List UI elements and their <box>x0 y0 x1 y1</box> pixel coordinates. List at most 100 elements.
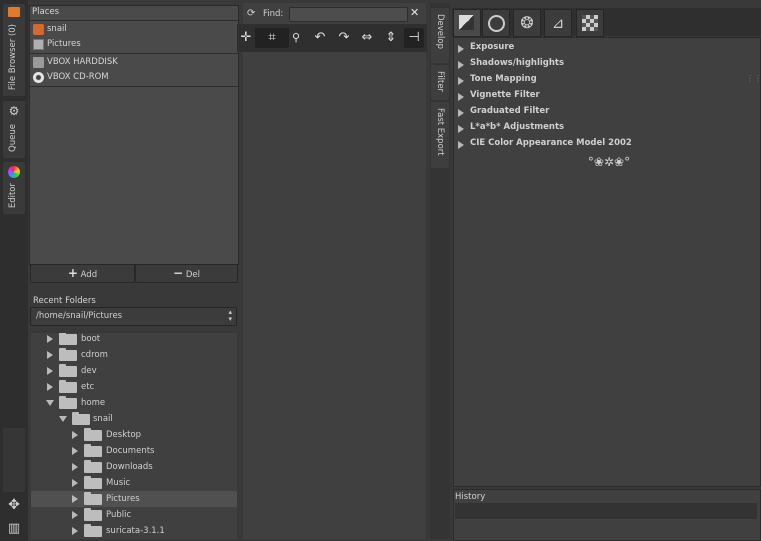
panel-toggle-icon[interactable]: ⊣ <box>404 28 424 48</box>
tab-develop[interactable]: Develop <box>431 8 449 63</box>
tab-detail[interactable] <box>482 9 510 37</box>
expand-arrow-icon[interactable] <box>72 463 78 471</box>
plus-icon: + <box>67 266 78 280</box>
places-item-snail[interactable]: snail <box>30 22 238 37</box>
expand-arrow-icon[interactable] <box>72 527 78 535</box>
history-title: History <box>455 492 486 502</box>
tab-file-browser[interactable]: File Browser (0) <box>3 4 25 96</box>
folder-icon <box>8 7 20 17</box>
tree-row[interactable]: Public <box>31 507 237 523</box>
color-circles-icon: ❂ <box>520 13 534 32</box>
expand-arrow-icon[interactable] <box>72 447 78 455</box>
tree-item-label: Pictures <box>106 494 140 504</box>
divider <box>30 20 238 21</box>
places-item-pictures[interactable]: Pictures <box>30 37 238 52</box>
tab-develop-label: Develop <box>435 14 445 49</box>
expand-arrow-icon[interactable] <box>72 495 78 503</box>
recent-folders-value: /home/snail/Pictures <box>36 311 123 321</box>
folder-icon <box>84 476 102 489</box>
flip-vertical-icon[interactable]: ⇕ <box>382 28 400 48</box>
left-tab-strip: File Browser (0) ⚙ Queue Editor ✥ ▥ <box>0 0 28 541</box>
add-place-label: Add <box>80 270 98 280</box>
places-title: Places <box>32 7 60 17</box>
delete-place-button[interactable]: − Del <box>135 264 238 283</box>
expand-arrow-icon[interactable] <box>72 511 78 519</box>
straighten-icon[interactable]: ⚲ <box>287 28 305 48</box>
expand-arrow-icon <box>458 93 464 101</box>
tab-editor[interactable]: Editor <box>3 162 25 214</box>
tree-row[interactable]: home <box>31 395 237 411</box>
folder-icon <box>59 348 77 361</box>
color-wheel-icon <box>8 166 20 178</box>
expand-arrow-icon[interactable] <box>72 479 78 487</box>
tree-row[interactable]: Desktop <box>31 427 237 443</box>
ornament-divider: °❀✲❀° <box>587 155 631 169</box>
folder-icon <box>59 333 77 345</box>
refresh-icon[interactable]: ⟳ <box>247 8 255 19</box>
places-panel: Places snail Pictures VBOX HARDDISK VBOX… <box>29 5 239 265</box>
section-label: Tone Mapping <box>470 74 537 84</box>
folder-icon <box>84 508 102 521</box>
rotate-right-icon[interactable]: ↷ <box>335 28 353 48</box>
tree-row[interactable]: Downloads <box>31 459 237 475</box>
expand-arrow-icon <box>458 45 464 53</box>
pictures-icon <box>33 39 44 50</box>
crop-icon[interactable]: ⌗ <box>255 28 289 48</box>
history-list[interactable] <box>455 503 757 519</box>
folder-icon <box>84 524 102 537</box>
tab-filter-label: Filter <box>435 71 445 93</box>
tree-item-label: Documents <box>106 446 155 456</box>
tab-exposure[interactable] <box>453 9 481 37</box>
tree-item-label: Public <box>106 510 132 520</box>
tree-row[interactable]: Music <box>31 475 237 491</box>
tree-row[interactable]: etc <box>31 379 237 395</box>
rotate-left-icon[interactable]: ↶ <box>311 28 329 48</box>
folder-open-icon <box>59 396 77 409</box>
tree-item-label: home <box>81 398 106 408</box>
find-input[interactable] <box>289 7 408 22</box>
tree-row[interactable]: snail <box>31 411 237 427</box>
collapse-arrow-icon[interactable] <box>46 400 54 406</box>
add-place-button[interactable]: + Add <box>30 264 135 283</box>
tree-item-label: boot <box>81 334 101 344</box>
folder-icon <box>84 492 102 505</box>
harddisk-icon <box>33 57 44 68</box>
places-item-label: VBOX CD-ROM <box>47 72 109 82</box>
crosshair-icon[interactable]: ✛ <box>237 28 255 48</box>
tab-fast-export[interactable]: Fast Export <box>431 102 449 168</box>
collapse-arrow-icon[interactable] <box>59 416 67 422</box>
folder-icon <box>59 364 77 377</box>
tree-row-selected[interactable]: Pictures <box>31 491 237 507</box>
folder-icon <box>59 380 77 393</box>
expand-arrow-icon[interactable] <box>72 431 78 439</box>
tab-raw[interactable] <box>576 9 604 37</box>
flip-horizontal-icon[interactable]: ⇔ <box>358 28 376 48</box>
tab-queue[interactable]: ⚙ Queue <box>3 101 25 158</box>
section-label: Graduated Filter <box>470 106 550 116</box>
places-item-vbox-harddisk[interactable]: VBOX HARDDISK <box>30 55 238 70</box>
tab-queue-label: Queue <box>8 124 18 152</box>
tree-row[interactable]: dev <box>31 363 237 379</box>
move-icon[interactable]: ✥ <box>4 495 24 515</box>
recent-folders-select[interactable]: /home/snail/Pictures ▴ ▾ <box>30 307 237 326</box>
expand-arrow-icon[interactable] <box>47 351 53 359</box>
filmstrip-icon[interactable]: ▥ <box>4 519 24 539</box>
section-label: L*a*b* Adjustments <box>470 122 565 132</box>
tab-filter[interactable]: Filter <box>431 65 449 100</box>
expand-arrow-icon[interactable] <box>47 335 53 343</box>
tree-row[interactable]: boot <box>31 333 237 347</box>
tree-row[interactable]: cdrom <box>31 347 237 363</box>
tree-item-label: suricata-3.1.1 <box>106 526 165 536</box>
tree-row[interactable]: suricata-3.1.1 <box>31 523 237 539</box>
tab-color[interactable]: ❂ <box>513 9 541 37</box>
tree-item-label: Music <box>106 478 131 488</box>
folder-icon <box>84 428 102 441</box>
tree-row[interactable]: Documents <box>31 443 237 459</box>
tab-transform[interactable]: ⊿ <box>544 9 572 37</box>
places-item-vbox-cdrom[interactable]: VBOX CD-ROM <box>30 70 238 85</box>
close-find-icon[interactable]: ✕ <box>410 6 419 19</box>
expand-arrow-icon[interactable] <box>47 383 53 391</box>
expand-arrow-icon[interactable] <box>47 367 53 375</box>
section-label: Vignette Filter <box>470 90 540 100</box>
cdrom-icon <box>33 72 44 83</box>
